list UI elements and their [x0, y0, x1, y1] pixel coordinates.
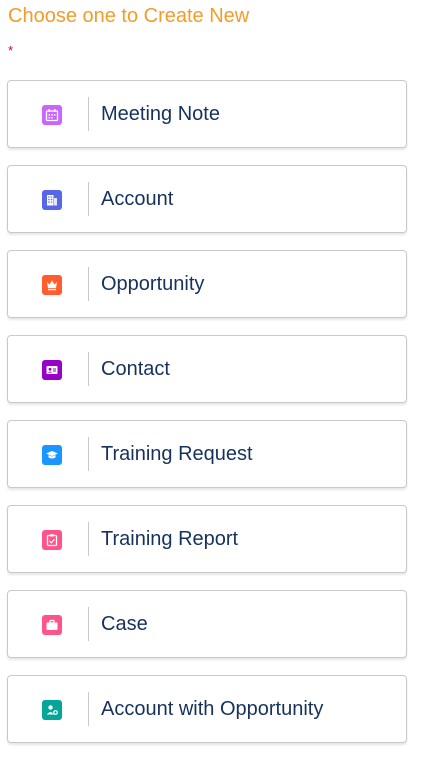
- option-account[interactable]: Account: [7, 165, 407, 233]
- calendar-icon: [42, 105, 62, 125]
- crown-icon: [42, 275, 62, 295]
- option-divider: [88, 267, 89, 301]
- contact-card-icon: [42, 360, 62, 380]
- option-training-report[interactable]: Training Report: [7, 505, 407, 573]
- option-divider: [88, 437, 89, 471]
- option-label: Case: [101, 613, 148, 635]
- clipboard-icon: [42, 530, 62, 550]
- option-label: Meeting Note: [101, 103, 220, 125]
- option-divider: [88, 352, 89, 386]
- graduation-cap-icon: [42, 445, 62, 465]
- option-label: Opportunity: [101, 273, 205, 295]
- option-divider: [88, 97, 89, 131]
- person-link-icon: [42, 700, 62, 720]
- option-account-with-opportunity[interactable]: Account with Opportunity: [7, 675, 407, 743]
- option-divider: [88, 182, 89, 216]
- option-contact[interactable]: Contact: [7, 335, 407, 403]
- option-divider: [88, 522, 89, 556]
- option-label: Training Request: [101, 443, 253, 465]
- option-label: Account: [101, 188, 174, 210]
- option-training-request[interactable]: Training Request: [7, 420, 407, 488]
- option-divider: [88, 607, 89, 641]
- option-label: Contact: [101, 358, 170, 380]
- option-label: Training Report: [101, 528, 239, 550]
- account-building-icon: [42, 190, 62, 210]
- option-meeting-note[interactable]: Meeting Note: [7, 80, 407, 148]
- option-divider: [88, 692, 89, 726]
- option-label: Account with Opportunity: [101, 698, 324, 720]
- required-marker: *: [8, 43, 14, 58]
- option-case[interactable]: Case: [7, 590, 407, 658]
- briefcase-icon: [42, 615, 62, 635]
- option-opportunity[interactable]: Opportunity: [7, 250, 407, 318]
- page-title: Choose one to Create New: [8, 5, 250, 27]
